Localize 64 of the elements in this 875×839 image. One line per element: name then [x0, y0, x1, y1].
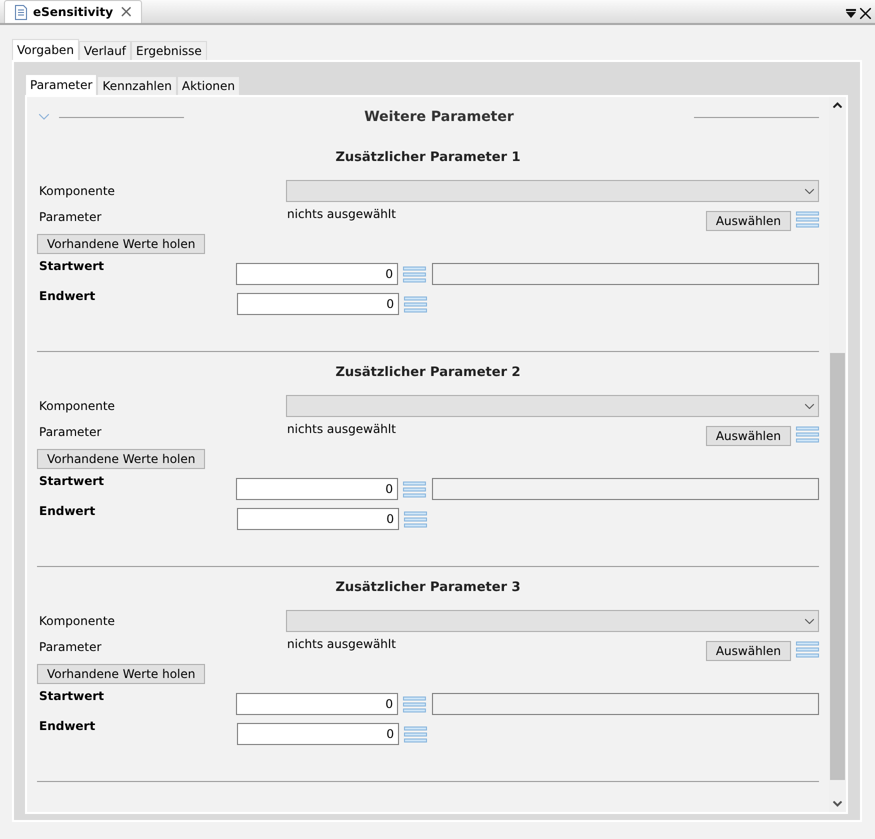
block-title: Zusätzlicher Parameter 3 [335, 580, 521, 594]
fetch-values-button[interactable]: Vorhandene Werte holen [37, 234, 206, 254]
list-icon[interactable] [796, 641, 819, 658]
list-icon[interactable] [404, 510, 427, 528]
field-label: Parameter [38, 425, 102, 439]
field-label: Startwert [38, 689, 106, 703]
parameter-value: nichts ausgewählt [287, 421, 397, 436]
text-field[interactable] [432, 478, 819, 500]
end-value-field[interactable]: 0 [237, 508, 399, 530]
chevron-icon[interactable] [39, 114, 49, 120]
field-label: Parameter [38, 210, 102, 224]
start-value-field[interactable]: 0 [236, 693, 398, 715]
block-title: Zusätzlicher Parameter 1 [335, 150, 521, 164]
fetch-values-button[interactable]: Vorhandene Werte holen [37, 449, 206, 469]
field-label: Komponente [38, 184, 116, 198]
editor-tab[interactable]: eSensitivity × [4, 0, 142, 23]
field-label: Startwert [38, 474, 106, 488]
tab[interactable]: Parameter [25, 74, 98, 95]
field-label: Endwert [38, 289, 96, 303]
caret-icon [805, 188, 814, 194]
field-label: Parameter [38, 640, 102, 654]
list-icon[interactable] [403, 266, 426, 282]
end-value-field[interactable]: 0 [237, 723, 399, 745]
field-label: Endwert [38, 719, 96, 733]
component-dropdown[interactable] [286, 180, 819, 202]
list-icon[interactable] [796, 211, 819, 228]
view-menu-icon[interactable] [846, 9, 856, 18]
section-title: Weitere Parameter [363, 109, 515, 125]
tab[interactable]: Kennzahlen [97, 76, 177, 95]
list-icon[interactable] [404, 296, 427, 312]
caret-icon [805, 618, 814, 624]
list-icon[interactable] [796, 426, 819, 443]
select-button[interactable]: Auswählen [706, 211, 791, 231]
tab[interactable]: Aktionen [176, 76, 240, 95]
scroll-up-icon[interactable] [833, 102, 842, 108]
select-button[interactable]: Auswählen [706, 426, 791, 446]
parameter-value: nichts ausgewählt [287, 636, 397, 651]
scroll-down-icon[interactable] [833, 801, 842, 807]
end-value-field[interactable]: 0 [237, 293, 399, 315]
tab[interactable]: Ergebnisse [131, 41, 207, 60]
select-button[interactable]: Auswählen [706, 641, 791, 661]
list-icon[interactable] [403, 480, 426, 498]
start-value-field[interactable]: 0 [236, 478, 398, 500]
text-field[interactable] [432, 693, 819, 715]
field-label: Endwert [38, 504, 96, 518]
block-title: Zusätzlicher Parameter 2 [335, 364, 521, 380]
list-icon[interactable] [403, 696, 426, 712]
parameter-value: nichts ausgewählt [287, 206, 397, 221]
caret-icon [805, 404, 814, 408]
field-label: Startwert [38, 259, 106, 273]
field-label: Komponente [38, 399, 116, 413]
text-field[interactable] [432, 263, 819, 285]
start-value-field[interactable]: 0 [236, 263, 398, 285]
component-dropdown[interactable] [286, 610, 819, 632]
tab[interactable]: Vorgaben [12, 39, 79, 60]
close-icon[interactable] [860, 8, 871, 19]
tab[interactable]: Verlauf [78, 41, 132, 60]
document-icon [15, 4, 27, 20]
field-label: Komponente [38, 614, 116, 628]
close-button[interactable]: × [119, 4, 134, 20]
component-dropdown[interactable] [286, 395, 819, 417]
list-icon[interactable] [404, 726, 427, 742]
editor-tab-title: eSensitivity [33, 5, 114, 19]
fetch-values-button[interactable]: Vorhandene Werte holen [37, 664, 206, 684]
